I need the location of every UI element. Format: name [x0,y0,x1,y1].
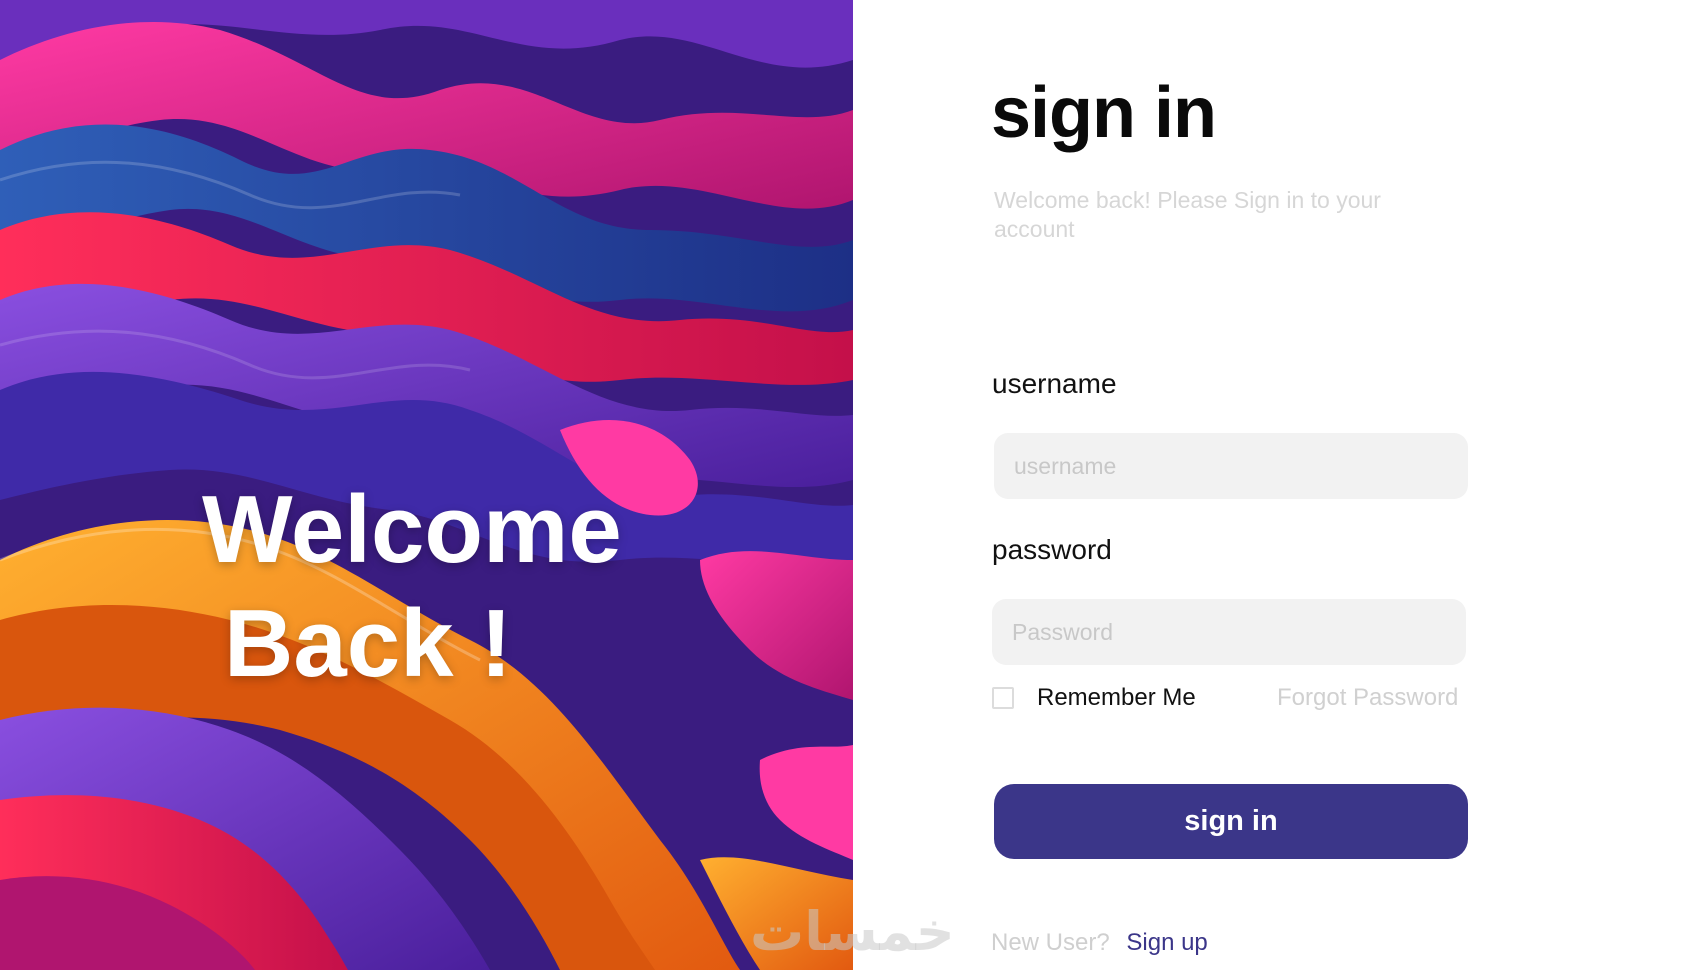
welcome-line-2: Back ! [224,590,513,697]
sign-in-button[interactable]: sign in [994,784,1468,859]
page-subtitle: Welcome back! Please Sign in to your acc… [994,187,1381,242]
hero-art-panel: Welcome Back ! [0,0,853,970]
remember-me-checkbox[interactable] [992,687,1014,709]
page-title: sign in [991,73,1217,153]
password-label: password [992,534,1112,565]
password-input[interactable] [992,599,1466,665]
username-input[interactable] [994,433,1468,499]
remember-me-label[interactable]: Remember Me [1037,684,1196,712]
signup-prompt: New User? Sign up [991,929,1208,957]
username-label: username [992,368,1117,399]
sign-up-link[interactable]: Sign up [1126,929,1207,956]
signin-page: Welcome Back ! sign in Welcome back! Ple… [0,0,1700,970]
watermark-logo: خمسات [750,900,955,963]
signin-form-panel: sign in Welcome back! Please Sign in to … [853,0,1700,970]
new-user-text: New User? [991,929,1110,956]
welcome-line-1: Welcome [202,476,622,583]
forgot-password-link[interactable]: Forgot Password [1277,684,1458,712]
